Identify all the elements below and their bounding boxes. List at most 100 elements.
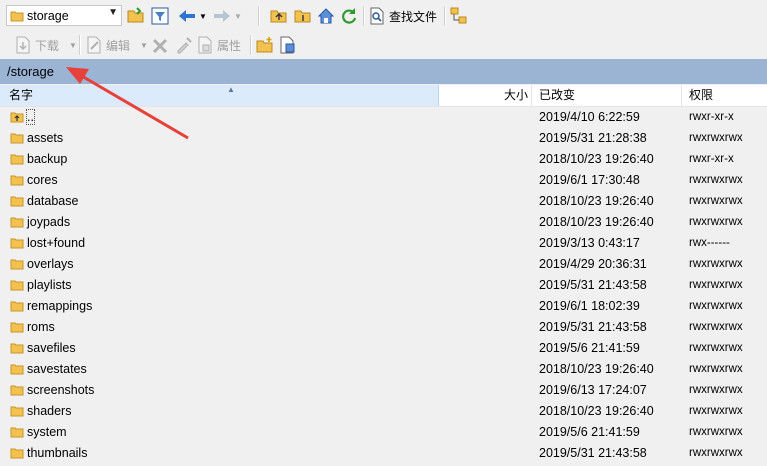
toolbar-separator <box>79 35 81 55</box>
edit-button[interactable]: 编辑 ▼ <box>86 35 148 55</box>
refresh-button[interactable] <box>340 6 358 26</box>
file-name: screenshots <box>27 383 95 397</box>
home-icon <box>317 8 335 24</box>
file-modified: 2019/3/13 0:43:17 <box>539 236 640 250</box>
file-name: thumbnails <box>27 446 88 460</box>
folder-icon <box>10 280 24 291</box>
forward-button[interactable]: ▼ <box>212 6 242 26</box>
file-modified: 2019/4/10 6:22:59 <box>539 110 640 124</box>
rename-button[interactable] <box>175 35 193 55</box>
home-button[interactable] <box>317 6 335 26</box>
find-files-button[interactable]: 查找文件 <box>369 6 437 26</box>
file-modified: 2019/5/31 21:28:38 <box>539 131 647 145</box>
file-row[interactable]: cores 2019/6/1 17:30:48 rwxrwxrwx <box>0 170 767 191</box>
filter-button[interactable] <box>151 6 169 26</box>
open-folder-icon <box>127 7 144 23</box>
folder-icon <box>10 133 24 144</box>
file-row[interactable]: screenshots 2019/6/13 17:24:07 rwxrwxrwx <box>0 380 767 401</box>
filter-icon <box>151 7 169 25</box>
folder-icon <box>10 217 24 228</box>
column-divider[interactable] <box>681 85 682 106</box>
file-row[interactable]: roms 2019/5/31 21:43:58 rwxrwxrwx <box>0 317 767 338</box>
file-permissions: rwxrwxrwx <box>689 321 743 333</box>
file-row[interactable]: remappings 2019/6/1 18:02:39 rwxrwxrwx <box>0 296 767 317</box>
root-directory-button[interactable] <box>294 6 312 26</box>
file-permissions: rwxrwxrwx <box>689 405 743 417</box>
file-row[interactable]: savefiles 2019/5/6 21:41:59 rwxrwxrwx <box>0 338 767 359</box>
file-permissions: rwxrwxrwx <box>689 195 743 207</box>
find-files-label: 查找文件 <box>389 9 438 24</box>
file-name: assets <box>27 131 64 145</box>
chevron-down-icon[interactable]: ▼ <box>140 41 148 50</box>
file-permissions: rwxrwxrwx <box>689 342 743 354</box>
file-name: cores <box>27 173 58 187</box>
file-row[interactable]: backup 2018/10/23 19:26:40 rwxr-xr-x <box>0 149 767 170</box>
new-folder-button[interactable] <box>256 35 274 55</box>
open-folder-button[interactable] <box>127 6 145 26</box>
file-permissions: rwxrwxrwx <box>689 258 743 270</box>
file-row[interactable]: system 2019/5/6 21:41:59 rwxrwxrwx <box>0 422 767 443</box>
file-name: remappings <box>27 299 93 313</box>
download-button[interactable]: 下载 ▼ <box>15 35 77 55</box>
toolbar-separator <box>250 35 252 55</box>
column-header-name[interactable]: 名字 ▲ <box>0 85 439 106</box>
column-name-label: 名字 <box>9 88 34 102</box>
chevron-down-icon[interactable]: ▼ <box>108 7 118 18</box>
file-row[interactable]: savestates 2018/10/23 19:26:40 rwxrwxrwx <box>0 359 767 380</box>
file-row[interactable]: overlays 2019/4/29 20:36:31 rwxrwxrwx <box>0 254 767 275</box>
folder-icon <box>10 154 24 165</box>
path-bar[interactable]: /storage <box>0 59 767 84</box>
file-row[interactable]: assets 2019/5/31 21:28:38 rwxrwxrwx <box>0 128 767 149</box>
folder-icon <box>10 259 24 270</box>
file-row[interactable]: database 2018/10/23 19:26:40 rwxrwxrwx <box>0 191 767 212</box>
delete-button[interactable] <box>152 35 168 55</box>
location-combo[interactable]: storage ▼ <box>6 5 122 26</box>
file-name: system <box>27 425 67 439</box>
file-name: joypads <box>27 215 71 229</box>
column-modified-label: 已改变 <box>539 88 576 102</box>
file-row[interactable]: .. 2019/4/10 6:22:59 rwxr-xr-x <box>0 107 767 128</box>
file-permissions: rwxrwxrwx <box>689 132 743 144</box>
column-header-size[interactable]: 大小 <box>500 85 528 106</box>
file-permissions: rwxr-xr-x <box>689 111 734 123</box>
properties-button[interactable]: 属性 <box>197 35 241 55</box>
file-modified: 2018/10/23 19:26:40 <box>539 362 654 376</box>
new-folder-icon <box>256 37 273 53</box>
file-row[interactable]: joypads 2018/10/23 19:26:40 rwxrwxrwx <box>0 212 767 233</box>
folder-icon <box>10 175 24 186</box>
chevron-down-icon[interactable]: ▼ <box>199 12 207 21</box>
toolbar-separator <box>363 6 365 26</box>
file-permissions: rwxrwxrwx <box>689 279 743 291</box>
file-row[interactable]: shaders 2018/10/23 19:26:40 rwxrwxrwx <box>0 401 767 422</box>
file-modified: 2019/5/6 21:41:59 <box>539 425 640 439</box>
column-header-permissions[interactable]: 权限 <box>689 85 759 106</box>
chevron-down-icon[interactable]: ▼ <box>69 41 77 50</box>
file-row[interactable]: playlists 2019/5/31 21:43:58 rwxrwxrwx <box>0 275 767 296</box>
parent-directory-button[interactable] <box>270 6 288 26</box>
file-row[interactable]: thumbnails 2019/5/31 21:43:58 rwxrwxrwx <box>0 443 767 464</box>
column-permissions-label: 权限 <box>689 88 714 102</box>
edit-label: 编辑 <box>106 38 131 53</box>
tree-view-button[interactable] <box>450 6 468 26</box>
file-row[interactable]: lost+found 2019/3/13 0:43:17 rwx------ <box>0 233 767 254</box>
location-combo-text: storage <box>27 9 69 23</box>
rename-icon <box>177 37 192 54</box>
toolbar-separator <box>444 6 446 26</box>
folder-icon <box>10 406 24 417</box>
new-file-button[interactable] <box>279 35 297 55</box>
file-permissions: rwxrwxrwx <box>689 300 743 312</box>
file-permissions: rwxrwxrwx <box>689 447 743 459</box>
file-permissions: rwx------ <box>689 237 730 249</box>
column-header-modified[interactable]: 已改变 <box>539 85 679 106</box>
back-button[interactable]: ▼ <box>177 6 207 26</box>
folder-icon <box>10 301 24 312</box>
column-divider[interactable] <box>531 85 532 106</box>
file-modified: 2019/6/1 17:30:48 <box>539 173 640 187</box>
main-toolbar: storage ▼ ▼ ▼ 查找文件 <box>0 2 767 31</box>
file-name: savefiles <box>27 341 76 355</box>
file-modified: 2018/10/23 19:26:40 <box>539 194 654 208</box>
folder-icon <box>10 364 24 375</box>
properties-icon <box>198 36 212 54</box>
download-icon <box>16 36 30 54</box>
chevron-down-icon[interactable]: ▼ <box>234 12 242 21</box>
